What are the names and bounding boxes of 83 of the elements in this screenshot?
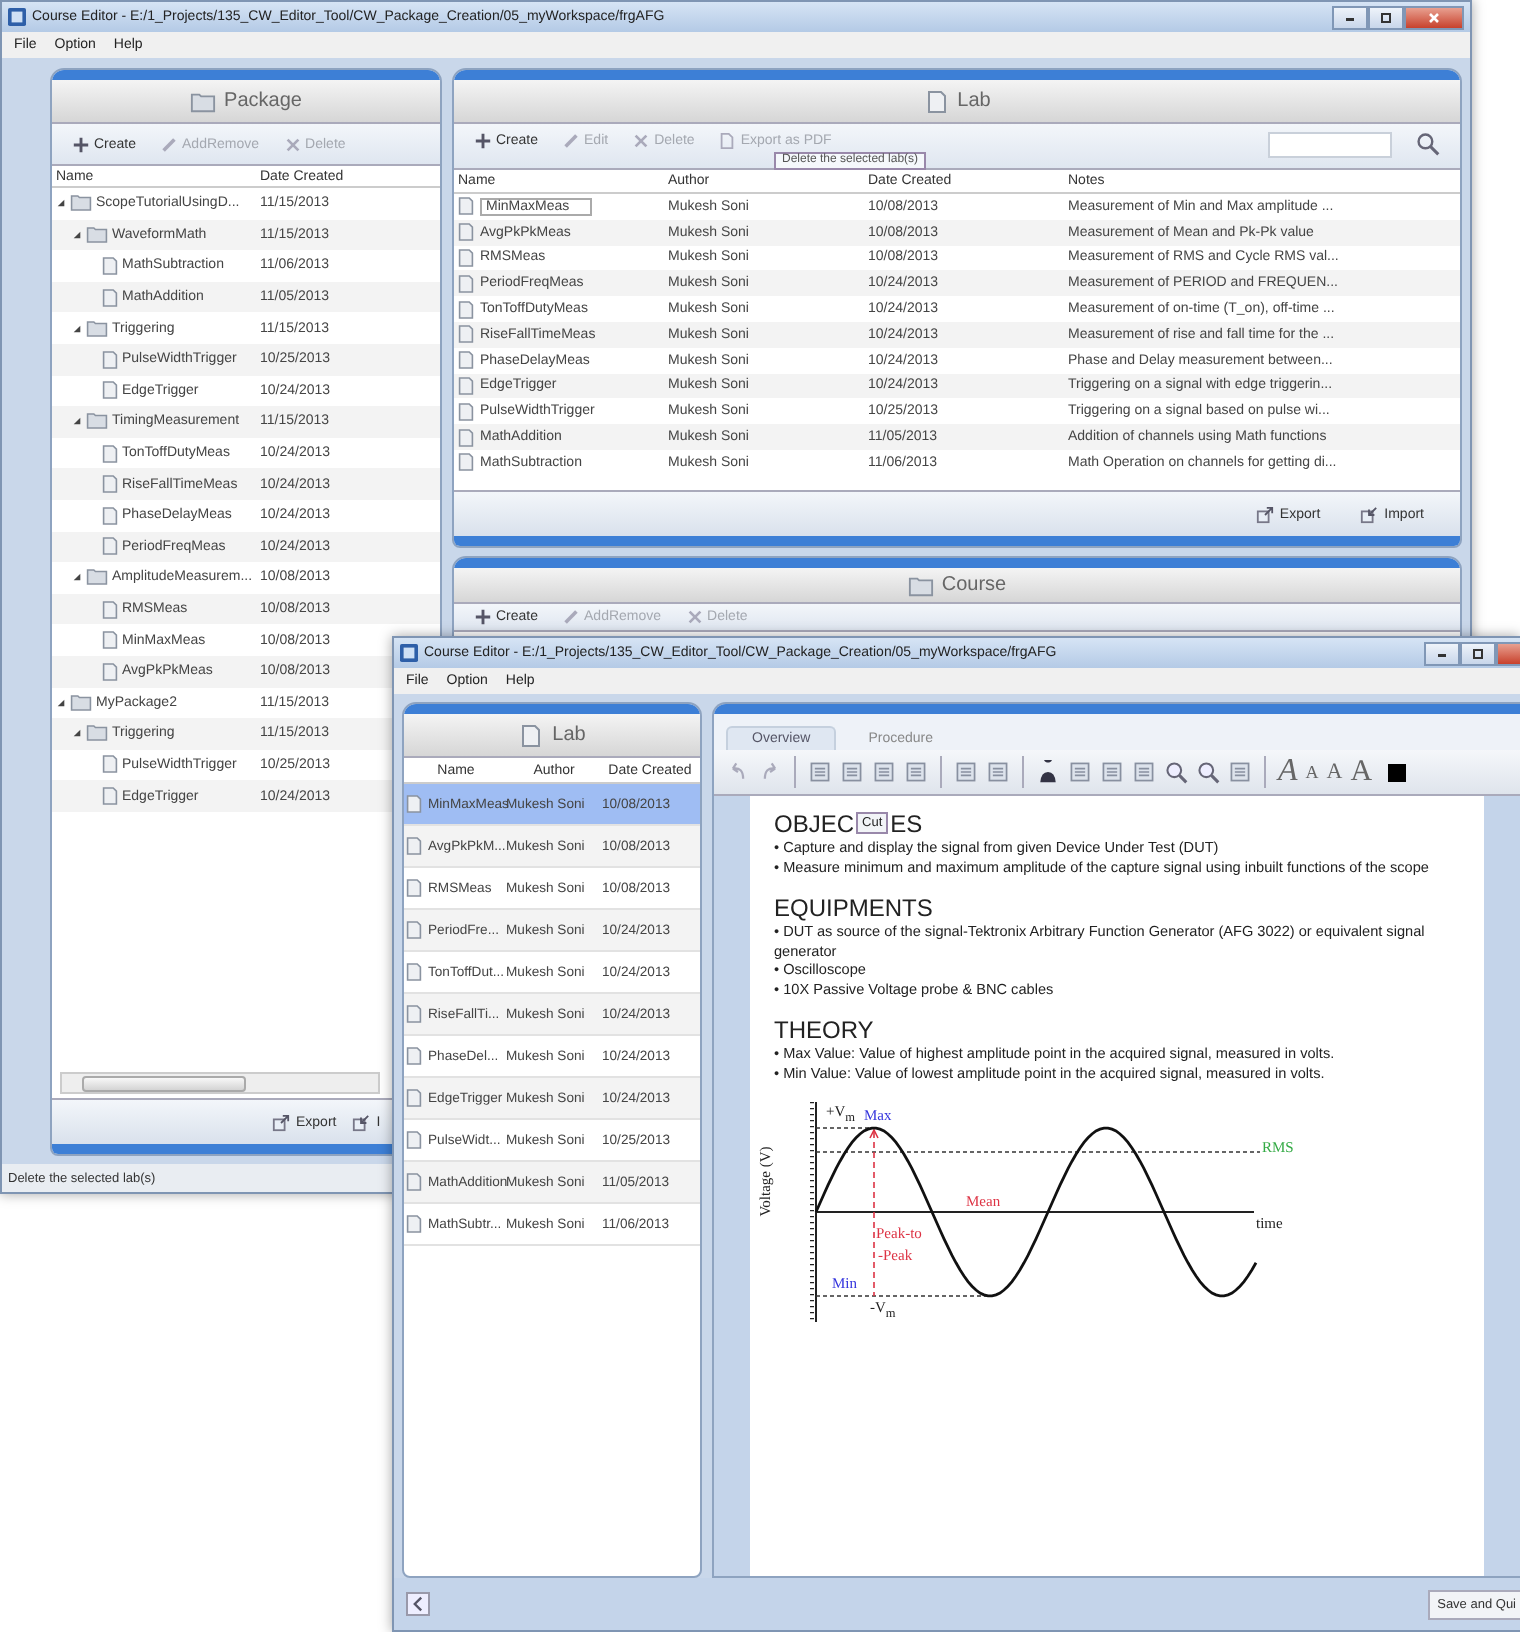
export-icon <box>272 1113 290 1131</box>
folder-icon <box>190 89 217 113</box>
document-icon <box>406 1004 422 1024</box>
cross-icon <box>283 135 302 153</box>
panel-title: Lab <box>552 724 586 746</box>
document-icon <box>406 836 422 856</box>
document-icon <box>102 443 118 464</box>
folder-icon <box>70 194 92 213</box>
document-icon <box>406 878 422 898</box>
folder-icon <box>907 573 934 597</box>
folder-icon <box>86 724 108 743</box>
document-icon <box>102 536 118 557</box>
document-icon <box>406 1088 422 1108</box>
document-icon <box>923 89 950 113</box>
document-icon <box>406 1046 422 1066</box>
close-button[interactable] <box>1496 641 1520 665</box>
document-icon <box>102 786 118 807</box>
document-icon <box>102 380 118 401</box>
search-icon[interactable] <box>1416 132 1440 156</box>
font-size-button[interactable]: A <box>1350 757 1373 787</box>
panel-title: Package <box>224 90 302 112</box>
expander-icon[interactable] <box>72 728 82 739</box>
document-icon <box>102 349 118 370</box>
maximize-button[interactable] <box>1460 641 1496 665</box>
expander-icon[interactable] <box>72 572 82 583</box>
expander-icon[interactable] <box>72 323 82 334</box>
document-icon <box>102 630 118 651</box>
document-icon <box>102 505 118 526</box>
section-heading: THEORY <box>774 1015 874 1043</box>
import-icon <box>352 1113 371 1131</box>
maximize-button[interactable] <box>1368 5 1404 29</box>
maximize-icon <box>1468 647 1488 659</box>
document-icon <box>102 661 118 682</box>
document-icon <box>406 962 422 982</box>
folder-icon <box>86 568 108 587</box>
cross-icon <box>632 132 651 150</box>
back-button[interactable] <box>406 1592 430 1616</box>
export-icon <box>1255 505 1274 523</box>
expander-icon[interactable] <box>56 198 66 209</box>
expander-icon[interactable] <box>72 229 82 240</box>
maximize-icon <box>1376 11 1396 23</box>
document-icon <box>406 920 422 940</box>
document-icon <box>406 1130 422 1150</box>
plus-icon <box>474 132 492 150</box>
app-icon <box>400 644 418 662</box>
minimize-button[interactable] <box>1424 641 1460 665</box>
document-icon <box>718 132 737 150</box>
section-heading: ES <box>890 809 923 837</box>
document-icon <box>102 287 118 308</box>
import-icon <box>1360 505 1379 523</box>
person-icon[interactable] <box>1036 760 1060 784</box>
plus-icon <box>72 135 90 153</box>
document-icon <box>102 255 118 276</box>
folder-icon <box>86 319 108 338</box>
panel-title: Course <box>941 574 1007 596</box>
font-size-button[interactable]: A <box>1278 756 1298 788</box>
panel-title: Lab <box>957 90 991 112</box>
font-size-button[interactable]: A <box>1326 761 1343 783</box>
section-heading: OBJEC <box>774 809 855 837</box>
document-icon <box>102 599 118 620</box>
folder-icon <box>70 693 92 712</box>
horizontal-scrollbar[interactable] <box>60 1072 380 1094</box>
font-size-button[interactable]: A <box>1305 763 1319 781</box>
folder-icon <box>86 225 108 244</box>
expander-icon[interactable] <box>56 697 66 708</box>
document-icon <box>406 794 422 814</box>
document-icon <box>102 754 118 775</box>
document-icon <box>458 196 474 217</box>
document-icon <box>406 1214 422 1234</box>
close-icon <box>1424 11 1444 23</box>
document-icon <box>102 474 118 495</box>
expander-icon[interactable] <box>72 416 82 427</box>
search-field[interactable] <box>1268 132 1392 158</box>
folder-icon <box>86 412 108 431</box>
document-icon <box>518 723 545 747</box>
app-icon <box>8 8 26 26</box>
font-color-button[interactable] <box>1388 763 1407 781</box>
section-heading: EQUIPMENTS <box>774 893 933 921</box>
chevron-left-icon <box>410 1596 426 1612</box>
document-icon <box>406 1172 422 1192</box>
close-button[interactable] <box>1404 5 1464 29</box>
minimize-button[interactable] <box>1332 5 1368 29</box>
plus-icon <box>474 608 492 626</box>
